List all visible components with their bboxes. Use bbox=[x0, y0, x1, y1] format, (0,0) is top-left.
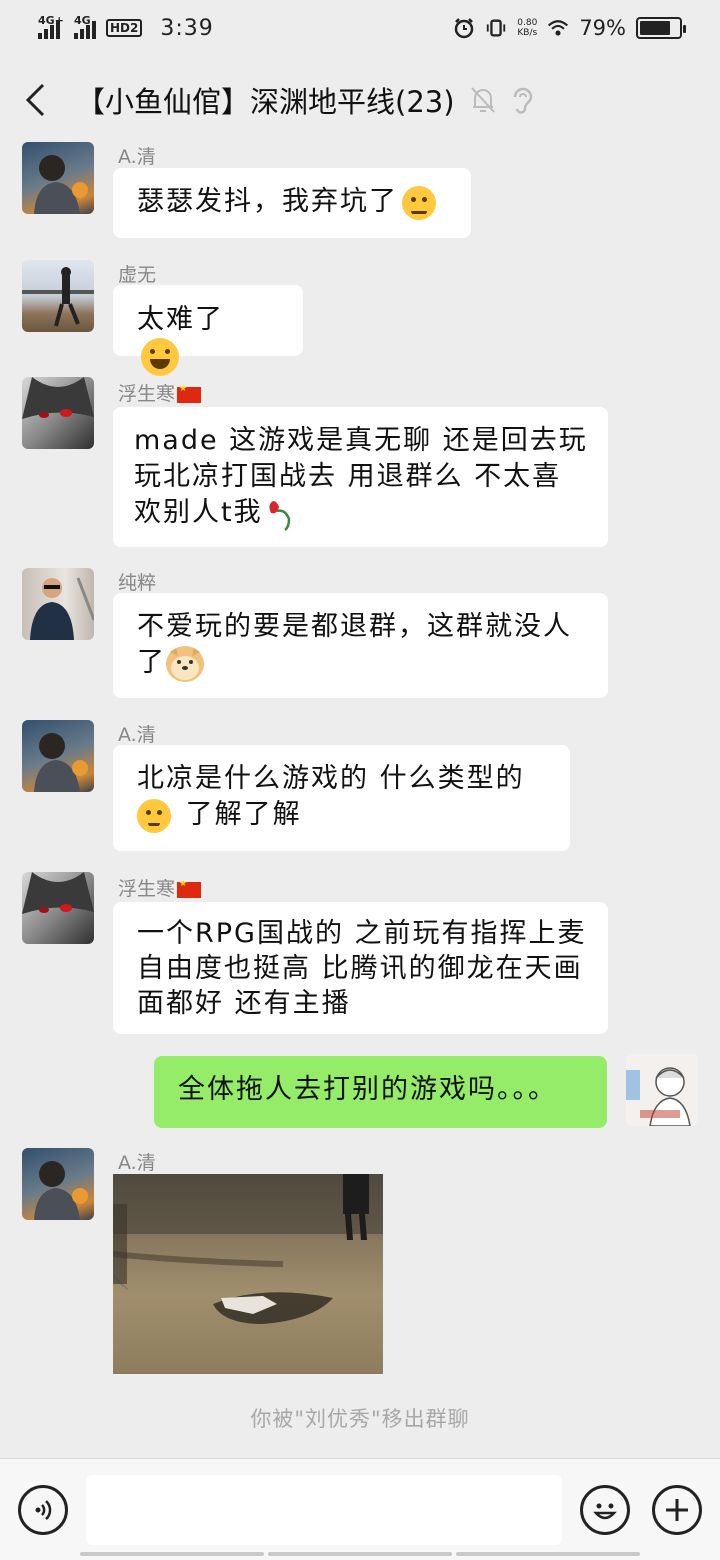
avatar[interactable] bbox=[22, 720, 94, 792]
doge-emoji bbox=[166, 645, 204, 682]
message-text: made 这游戏是真无聊 还是回去玩玩北凉打国战去 用退群么 不太喜欢别人t我 bbox=[134, 425, 588, 528]
pensive-emoji bbox=[137, 798, 171, 833]
battery-percent: 79% bbox=[579, 16, 626, 40]
message-bubble[interactable]: 全体拖人去打别的游戏吗。。。 bbox=[154, 1056, 607, 1128]
message-text: 瑟瑟发抖，我弃坑了 bbox=[137, 186, 398, 217]
avatar[interactable] bbox=[22, 377, 94, 449]
avatar[interactable] bbox=[22, 1148, 94, 1220]
alarm-icon bbox=[453, 17, 475, 39]
message-text: 太难了 bbox=[137, 304, 224, 335]
network-type-2: 4G bbox=[74, 14, 91, 27]
message-bubble[interactable]: 不爱玩的要是都退群，这群就没人了 bbox=[113, 593, 608, 698]
image-message[interactable] bbox=[113, 1174, 383, 1374]
vibrate-icon bbox=[485, 17, 507, 39]
system-message: 你被"刘优秀"移出群聊 bbox=[250, 1407, 470, 1431]
wifi-icon bbox=[547, 17, 569, 39]
sender-name: A.清 bbox=[118, 1152, 156, 1174]
avatar[interactable] bbox=[22, 260, 94, 332]
message-bubble[interactable]: 太难了 bbox=[113, 285, 303, 376]
voice-button[interactable] bbox=[18, 1485, 68, 1535]
network-type-1: 4G+ bbox=[38, 14, 64, 27]
avatar[interactable] bbox=[22, 142, 94, 214]
china-flag-icon bbox=[177, 384, 202, 403]
signal-icon: 4G+ bbox=[38, 14, 64, 39]
smiley-icon bbox=[593, 1503, 617, 1520]
home-indicator bbox=[80, 1552, 640, 1556]
sender-name: 虚无 bbox=[118, 264, 157, 286]
sender-name: 纯粹 bbox=[118, 572, 157, 594]
input-bar bbox=[0, 1458, 720, 1560]
ear-icon bbox=[513, 87, 532, 114]
signal-icon-2: 4G bbox=[74, 14, 96, 39]
clock: 3:39 bbox=[160, 15, 214, 41]
avatar[interactable] bbox=[22, 872, 94, 944]
chat-header: 【小鱼仙倌】深渊地平线(23) bbox=[0, 60, 720, 140]
message-text-2: 了解了解 bbox=[175, 799, 302, 830]
message-input[interactable] bbox=[86, 1475, 562, 1545]
tears-of-joy-emoji bbox=[141, 338, 179, 376]
message-text: 北凉是什么游戏的 什么类型的 bbox=[137, 763, 525, 794]
message-bubble[interactable]: 北凉是什么游戏的 什么类型的 了解了解 bbox=[113, 745, 570, 851]
message-bubble[interactable]: 一个RPG国战的 之前玩有指挥上麦 自由度也挺高 比腾讯的御龙在天画面都好 还有… bbox=[113, 902, 608, 1034]
emoji-button[interactable] bbox=[580, 1485, 630, 1535]
sender-name: 浮生寒 bbox=[118, 874, 202, 901]
sender-name: A.清 bbox=[118, 146, 156, 168]
voice-icon bbox=[35, 1500, 52, 1520]
sender-name: A.清 bbox=[118, 724, 156, 746]
more-button[interactable] bbox=[652, 1485, 702, 1535]
message-bubble[interactable]: made 这游戏是真无聊 还是回去玩玩北凉打国战去 用退群么 不太喜欢别人t我 bbox=[113, 407, 608, 547]
my-avatar[interactable] bbox=[626, 1054, 698, 1126]
message-bubble[interactable]: 瑟瑟发抖，我弃坑了 bbox=[113, 168, 471, 238]
hd-voice-icon: HD2 bbox=[106, 19, 143, 37]
chevron-left-icon bbox=[25, 83, 45, 117]
sweat-smile-emoji bbox=[402, 185, 436, 220]
chat-title: 【小鱼仙倌】深渊地平线(23) bbox=[76, 85, 455, 119]
sender-name: 浮生寒 bbox=[118, 379, 202, 406]
network-speed: 0.80 KB/s bbox=[517, 18, 538, 38]
avatar[interactable] bbox=[22, 568, 94, 640]
status-bar: 4G+ 4G HD2 3:39 0.80 KB/s 79% bbox=[0, 0, 720, 56]
mute-bell-icon bbox=[470, 87, 495, 113]
plus-icon bbox=[666, 1499, 688, 1521]
message-text: 一个RPG国战的 之前玩有指挥上麦 自由度也挺高 比腾讯的御龙在天画面都好 还有… bbox=[137, 918, 587, 1019]
china-flag-icon bbox=[177, 879, 202, 898]
message-text: 全体拖人去打别的游戏吗。。。 bbox=[178, 1074, 557, 1105]
wilted-flower-icon bbox=[268, 500, 290, 531]
back-button[interactable] bbox=[0, 60, 70, 140]
battery-icon bbox=[636, 17, 686, 39]
